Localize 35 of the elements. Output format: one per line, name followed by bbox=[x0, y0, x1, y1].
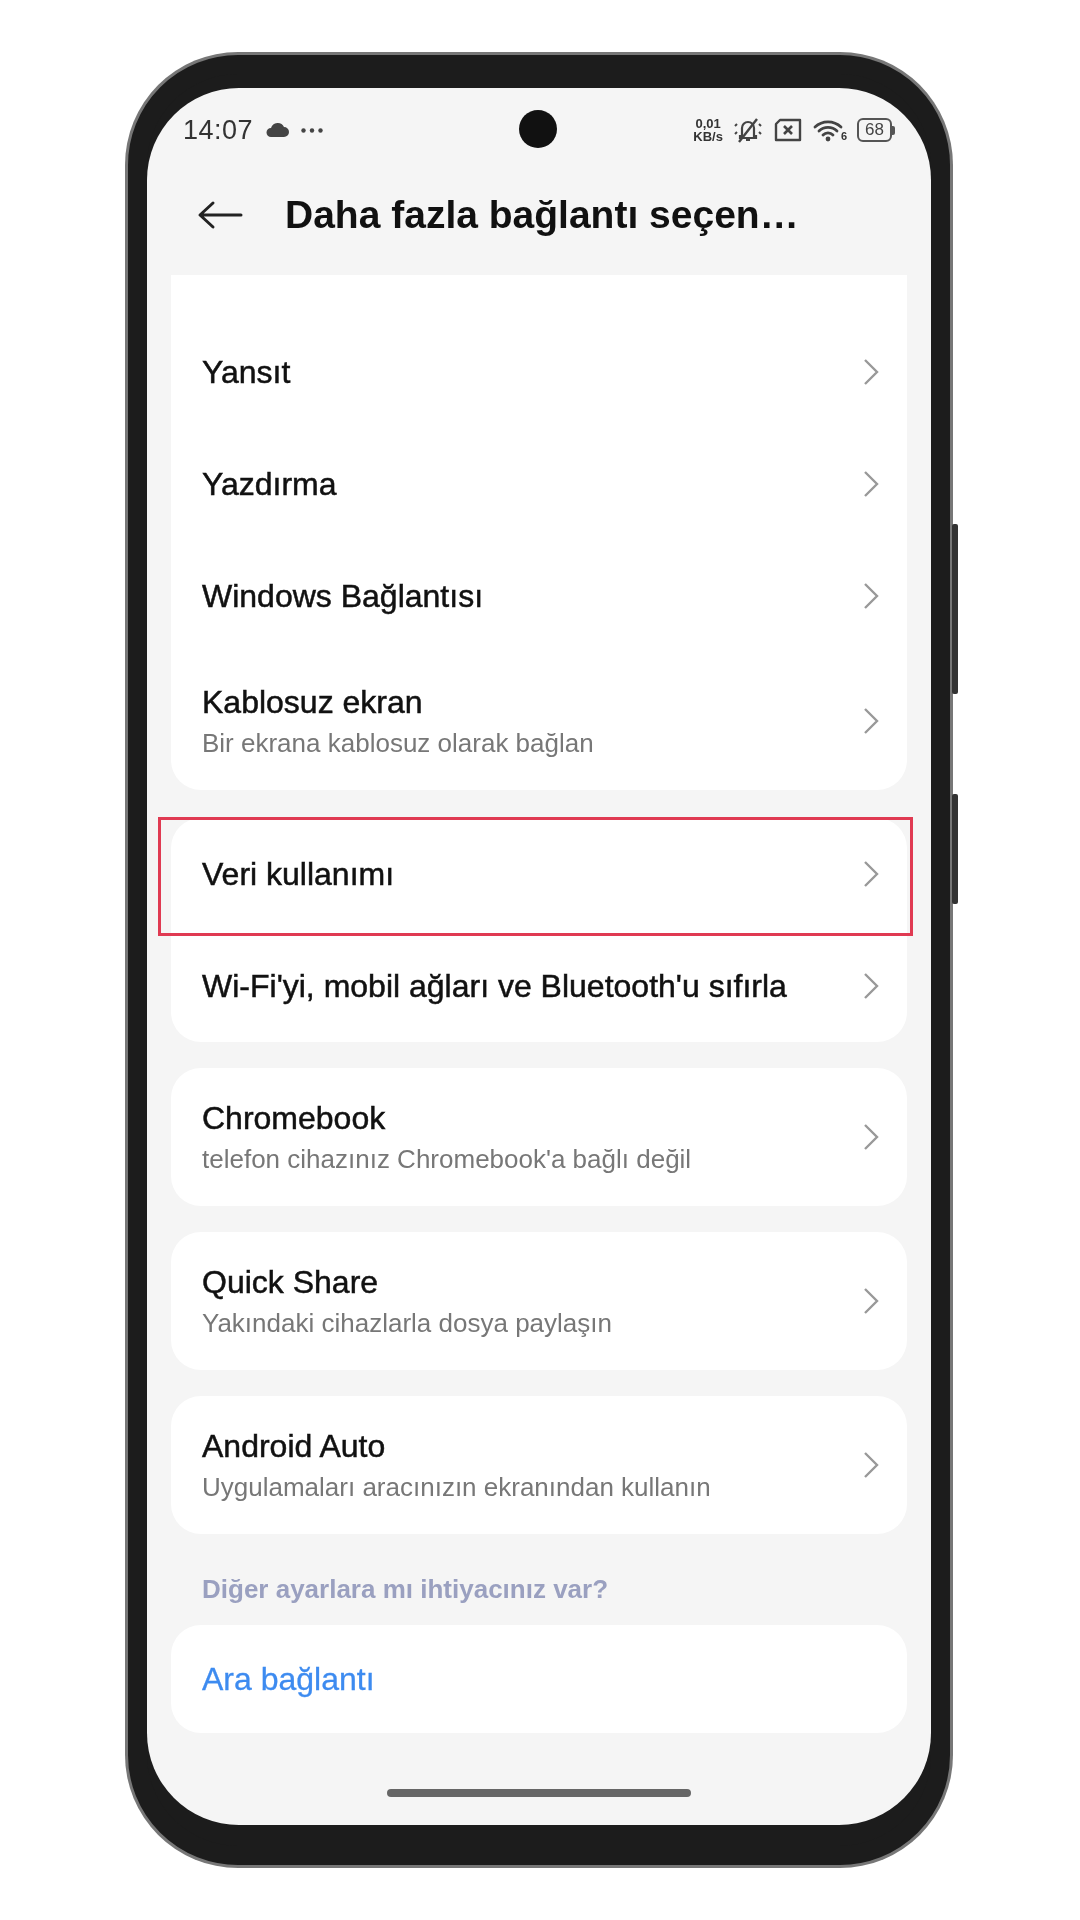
chevron-icon[interactable] bbox=[863, 358, 879, 386]
item-title[interactable]: Kablosuz ekran bbox=[202, 683, 847, 721]
item-title[interactable]: Wi-Fi'yi, mobil ağları ve Bluetooth'u sıfırla bbox=[202, 967, 847, 1005]
item-subtitle: Bir ekrana kablosuz olarak bağlan bbox=[202, 727, 595, 759]
item-title[interactable]: Yazdırma bbox=[202, 465, 847, 503]
item-title[interactable]: Chromebook bbox=[202, 1099, 847, 1137]
speed-value: 0,01 bbox=[695, 117, 721, 130]
chevron-icon[interactable] bbox=[863, 1123, 879, 1151]
item-subtitle: Yakındaki cihazlarla dosya paylaşın bbox=[202, 1307, 613, 1339]
sim-card-icon bbox=[772, 118, 803, 142]
chevron-icon[interactable] bbox=[863, 582, 879, 610]
chevron-icon[interactable] bbox=[863, 972, 879, 1000]
status-time: 14:07 bbox=[183, 114, 254, 146]
item-title[interactable]: Android Auto bbox=[202, 1427, 847, 1465]
section-label: Diğer ayarlara mı ihtiyacınız var? bbox=[201, 1573, 610, 1605]
item-title[interactable]: Yansıt bbox=[202, 353, 847, 391]
item-title[interactable]: Veri kullanımı bbox=[202, 855, 847, 893]
camera-cutout bbox=[519, 110, 557, 148]
speed-unit: KB/s bbox=[693, 130, 723, 143]
chevron-icon[interactable] bbox=[863, 1287, 879, 1315]
item-title[interactable]: Windows Bağlantısı bbox=[202, 577, 847, 615]
muted-bell-icon bbox=[732, 116, 763, 144]
item-subtitle: Uygulamaları aracınızın ekranından kullanın bbox=[202, 1471, 712, 1503]
chevron-icon[interactable] bbox=[863, 1451, 879, 1479]
wifi-icon bbox=[812, 118, 843, 142]
page-title: Daha fazla bağlantı seçen… bbox=[285, 192, 799, 237]
wifi-level-label: 6 bbox=[840, 130, 848, 142]
chevron-icon[interactable] bbox=[863, 860, 879, 888]
item-subtitle: telefon cihazınız Chromebook'a bağlı değil bbox=[202, 1143, 693, 1175]
cloud-icon bbox=[265, 123, 290, 137]
chevron-icon[interactable] bbox=[863, 470, 879, 498]
more-dots-icon bbox=[301, 127, 324, 133]
battery-indicator: 68 bbox=[857, 118, 892, 142]
chevron-icon[interactable] bbox=[863, 707, 879, 735]
item-title[interactable]: Quick Share bbox=[202, 1263, 847, 1301]
